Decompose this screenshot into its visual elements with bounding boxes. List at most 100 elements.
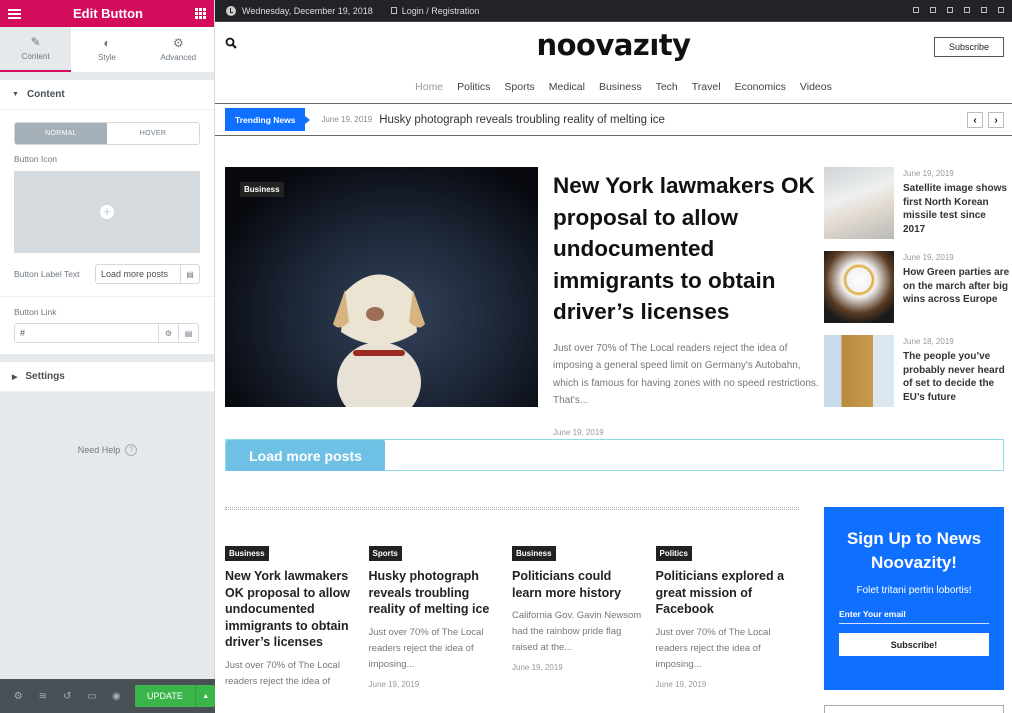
hero-title[interactable]: New York lawmakers OK proposal to allow … [553,170,828,328]
category-badge[interactable]: Politics [655,546,692,561]
tab-label: Advanced [160,53,197,62]
post-excerpt: Just over 70% of The Local readers rejec… [655,626,771,670]
social-icons [913,7,1004,13]
post-card[interactable]: Business Politicians could learn more hi… [512,543,656,690]
post-grid: Business New York lawmakers OK proposal … [225,543,799,690]
tab-style[interactable]: ◐ Style [71,27,142,72]
nav-medical[interactable]: Medical [549,81,585,93]
email-input[interactable]: Enter Your email [839,609,989,624]
post-card[interactable]: Sports Husky photograph reveals troublin… [368,543,513,690]
section-title: Content [26,89,65,100]
prev-arrow-icon[interactable]: ‹ [967,112,983,128]
widgets-grid-icon[interactable] [195,8,206,19]
dynamic-tags-icon[interactable]: ▤ [180,265,199,283]
post-thumbnail[interactable] [824,167,894,239]
post-thumbnail[interactable] [824,251,894,323]
nav-sports[interactable]: Sports [504,81,534,93]
nav-politics[interactable]: Politics [457,81,490,93]
button-label-input[interactable] [96,265,180,283]
list-item[interactable]: June 19, 2019 How Green parties are on th… [824,251,1010,335]
save-options-caret-icon[interactable]: ▲ [195,685,215,707]
social-icon[interactable] [998,7,1004,13]
nav-home[interactable]: Home [415,81,443,93]
post-date: June 19, 2019 [368,679,420,689]
hero-image[interactable]: Business [225,167,538,407]
post-excerpt: Just over 70% of The Local readers rejec… [368,626,484,670]
next-arrow-icon[interactable]: › [988,112,1004,128]
hover-tab[interactable]: HOVER [107,123,199,144]
settings-gear-icon[interactable]: ⚙ [6,691,31,702]
responsive-mode-icon[interactable]: ▭ [80,691,105,702]
nav-travel[interactable]: Travel [692,81,721,93]
update-button[interactable]: UPDATE [134,685,196,707]
post-card[interactable]: Business New York lawmakers OK proposal … [225,543,369,690]
category-badge[interactable]: Business [225,546,269,561]
post-thumbnail[interactable] [824,335,894,407]
tab-advanced[interactable]: ⚙ Advanced [143,27,214,72]
trending-bar: Trending News June 19, 2019 Husky photog… [215,104,1012,136]
trending-title[interactable]: Husky photograph reveals troubling reali… [379,114,665,126]
nav-economics[interactable]: Economics [735,81,786,93]
social-icon[interactable] [913,7,919,13]
social-icon[interactable] [964,7,970,13]
post-title[interactable]: Politicians explored a great mission of … [656,568,788,618]
post-title[interactable]: Satellite image shows first North Korean… [903,182,1010,236]
nav-videos[interactable]: Videos [800,81,832,93]
link-settings-gear-icon[interactable]: ⚙ [158,324,178,342]
social-icon[interactable] [930,7,936,13]
signup-widget: Sign Up to News Noovazity! Folet tritani… [824,507,1004,690]
tab-content[interactable]: ✎ Content [0,27,72,72]
preview-eye-icon[interactable]: ◉ [104,691,129,702]
post-date: June 19, 2019 [655,679,707,689]
post-title[interactable]: Politicians could learn more history [512,568,644,601]
load-more-container: Load more posts [225,439,1004,471]
category-badge[interactable]: Business [240,182,284,197]
trending-date: June 19, 2019 [321,115,373,124]
post-date: June 18, 2019 [903,337,954,346]
nav-business[interactable]: Business [599,81,642,93]
need-help-label: Need Help [77,445,121,455]
login-link[interactable]: Login / Registration [402,6,480,16]
top-bar: Wednesday, December 19, 2018 Login / Reg… [215,0,1012,22]
post-card[interactable]: Politics Politicians explored a great mi… [655,543,800,690]
gear-icon: ⚙ [172,36,184,50]
contrast-icon: ◐ [103,36,111,50]
post-date: June 19, 2019 [903,253,954,262]
button-link-label: Button Link [14,307,57,317]
list-item[interactable]: June 19, 2019 Satellite image shows first… [824,167,1010,251]
menu-icon[interactable] [8,8,21,19]
signup-subtitle: Folet tritani pertin lobortis! [856,585,972,596]
editor-panel: Edit Button ✎ Content ◐ Style ⚙ Advanced… [0,0,215,713]
category-badge[interactable]: Sports [368,546,402,561]
subscribe-button[interactable]: Subscribe [934,37,1004,57]
social-icon[interactable] [981,7,987,13]
post-excerpt: Just over 70% of The Local readers rejec… [225,659,340,687]
main-nav: Home Politics Sports Medical Business Te… [215,70,1012,104]
section-title: Settings [25,371,65,382]
dynamic-tags-icon[interactable]: ▤ [178,324,198,342]
signup-subscribe-button[interactable]: Subscribe! [839,633,989,656]
need-help-link[interactable]: Need Help ? [0,444,215,456]
list-item[interactable]: June 18, 2019 The people you’ve probably … [824,335,1010,419]
section-content-toggle[interactable]: ▼ Content [0,80,214,110]
category-badge[interactable]: Business [512,546,556,561]
button-link-input[interactable] [15,324,158,342]
social-icon[interactable] [947,7,953,13]
normal-tab[interactable]: NORMAL [15,123,107,144]
icon-picker[interactable]: + [14,171,200,253]
post-title[interactable]: Husky photograph reveals troubling reali… [369,568,501,618]
load-more-button[interactable]: Load more posts [226,440,385,471]
site-logo[interactable]: noovazıty [215,28,1012,62]
section-settings-toggle[interactable]: ▶ Settings [0,362,214,392]
post-title[interactable]: How Green parties are on the march after… [903,266,1010,307]
post-title[interactable]: New York lawmakers OK proposal to allow … [225,568,357,651]
history-icon[interactable]: ↺ [55,691,80,702]
site-header: noovazıty Subscribe [215,22,1012,70]
post-date: June 19, 2019 [903,169,954,178]
caret-down-icon: ▼ [12,91,19,98]
content-section-body: NORMAL HOVER Button Icon + Button Label … [0,110,214,297]
post-title[interactable]: The people you’ve probably never heard o… [903,350,1010,404]
section-divider [225,507,799,510]
navigator-layers-icon[interactable]: ≋ [31,691,56,702]
nav-tech[interactable]: Tech [656,81,678,93]
